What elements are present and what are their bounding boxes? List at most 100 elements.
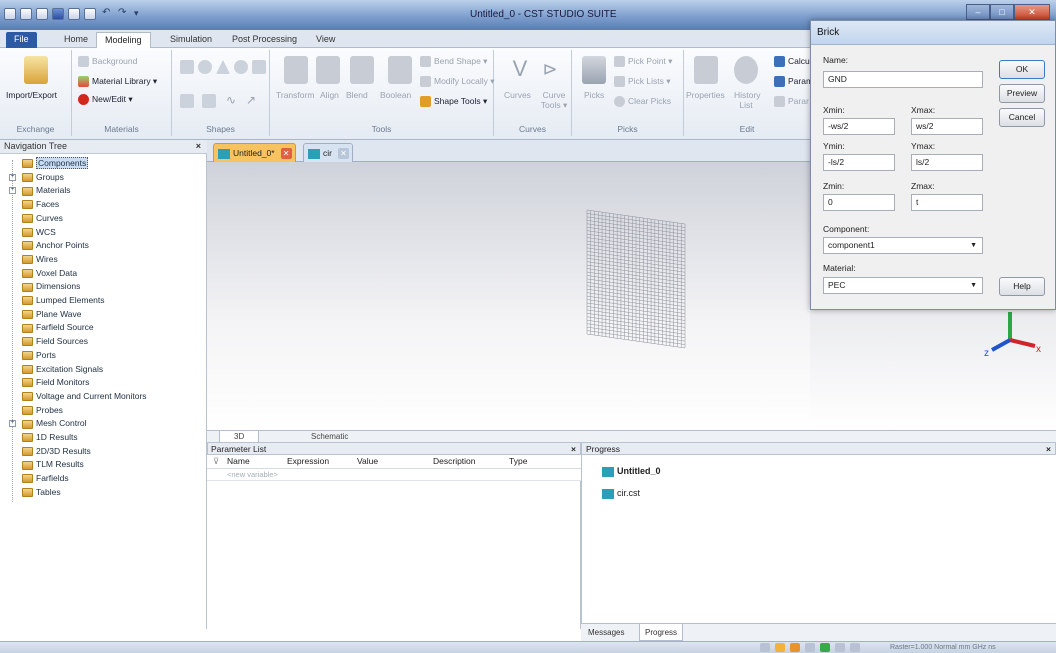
- app-logo-icon[interactable]: [4, 8, 16, 20]
- bend-shape-button[interactable]: Bend Shape ▾: [420, 56, 487, 68]
- pick-lists-button[interactable]: Pick Lists ▾: [614, 76, 671, 88]
- status-icon[interactable]: [775, 643, 785, 652]
- tab-view[interactable]: View: [308, 32, 343, 48]
- close-parameter-list-icon[interactable]: ×: [571, 443, 576, 455]
- progress-item[interactable]: cir.cst: [602, 487, 640, 499]
- ok-button[interactable]: OK: [999, 60, 1045, 79]
- tab-untitled-0[interactable]: Untitled_0* ✕: [213, 143, 296, 162]
- tree-item[interactable]: Voxel Data: [22, 268, 77, 279]
- zmin-field[interactable]: 0: [823, 194, 895, 211]
- cone-shape-icon[interactable]: [216, 60, 230, 74]
- 3d-viewport[interactable]: [207, 162, 810, 430]
- status-icon[interactable]: [805, 643, 815, 652]
- undo-icon[interactable]: ↶: [102, 8, 114, 20]
- tree-item[interactable]: Tables: [22, 487, 61, 498]
- calculator-button[interactable]: Calcu: [774, 56, 810, 68]
- background-button[interactable]: Background: [78, 56, 137, 68]
- maximize-button[interactable]: □: [990, 4, 1014, 20]
- torus-shape-icon[interactable]: [234, 60, 248, 74]
- tree-item[interactable]: Faces: [22, 199, 59, 210]
- ymax-field[interactable]: ls/2: [911, 154, 983, 171]
- status-icon[interactable]: [835, 643, 845, 652]
- close-button[interactable]: ✕: [1014, 4, 1050, 20]
- help-button[interactable]: Help: [999, 277, 1045, 296]
- tree-item[interactable]: Farfields: [22, 473, 69, 484]
- xmin-field[interactable]: -ws/2: [823, 118, 895, 135]
- parameter-button[interactable]: Param: [774, 76, 813, 88]
- filter-icon[interactable]: ⊽: [213, 455, 219, 468]
- status-icon[interactable]: [760, 643, 770, 652]
- name-field[interactable]: GND: [823, 71, 983, 88]
- tree-item[interactable]: Mesh Control: [22, 418, 87, 429]
- expand-icon[interactable]: +: [9, 173, 16, 181]
- expand-icon[interactable]: +: [9, 187, 16, 195]
- close-tab-icon[interactable]: ✕: [280, 148, 292, 159]
- minimize-button[interactable]: –: [966, 4, 990, 20]
- redo-icon[interactable]: ↷: [118, 8, 130, 20]
- tree-item[interactable]: Wires: [22, 254, 58, 265]
- zmax-field[interactable]: t: [911, 194, 983, 211]
- progress-item[interactable]: Untitled_0: [602, 465, 661, 477]
- tab-progress[interactable]: Progress: [639, 624, 684, 641]
- tree-item[interactable]: Field Sources: [22, 336, 88, 347]
- parameter-sweep-button[interactable]: Parar: [774, 96, 809, 108]
- column-value[interactable]: Value: [357, 455, 378, 468]
- rotate-icon[interactable]: [202, 94, 216, 108]
- status-icon[interactable]: [850, 643, 860, 652]
- close-progress-icon[interactable]: ×: [1046, 443, 1051, 455]
- tab-post-processing[interactable]: Post Processing: [224, 32, 305, 48]
- tree-item[interactable]: WCS: [22, 227, 56, 238]
- curves-button[interactable]: Curves: [504, 90, 531, 100]
- status-icon[interactable]: [790, 643, 800, 652]
- column-name[interactable]: Name: [227, 455, 250, 468]
- close-navigation-icon[interactable]: ×: [196, 140, 201, 153]
- import-export-button[interactable]: Import/Export: [6, 90, 57, 100]
- cylinder-shape-icon[interactable]: [252, 60, 266, 74]
- properties-button[interactable]: Properties: [686, 90, 725, 100]
- status-icon[interactable]: [820, 643, 830, 652]
- column-description[interactable]: Description: [433, 455, 476, 468]
- align-button[interactable]: Align: [320, 90, 339, 100]
- new-edit-button[interactable]: New/Edit ▾: [78, 94, 133, 106]
- tree-item[interactable]: TLM Results: [22, 459, 84, 470]
- tab-messages[interactable]: Messages: [583, 624, 629, 641]
- column-expression[interactable]: Expression: [287, 455, 329, 468]
- print-icon[interactable]: [68, 8, 80, 20]
- tree-item[interactable]: Lumped Elements: [22, 295, 105, 306]
- tab-file[interactable]: File: [6, 32, 37, 48]
- tree-item[interactable]: Components: [22, 157, 89, 169]
- tree-item[interactable]: Anchor Points: [22, 240, 89, 251]
- tab-modeling[interactable]: Modeling: [96, 32, 151, 48]
- close-tab-icon[interactable]: ✕: [337, 148, 349, 159]
- tree-item[interactable]: 2D/3D Results: [22, 446, 91, 457]
- tree-item[interactable]: Voltage and Current Monitors: [22, 391, 147, 402]
- ymin-field[interactable]: -ls/2: [823, 154, 895, 171]
- xmax-field[interactable]: ws/2: [911, 118, 983, 135]
- blend-button[interactable]: Blend: [346, 90, 368, 100]
- material-library-button[interactable]: Material Library ▾: [78, 76, 157, 88]
- cancel-button[interactable]: Cancel: [999, 108, 1045, 127]
- tree-item[interactable]: 1D Results: [22, 432, 78, 443]
- tree-item[interactable]: Probes: [22, 405, 63, 416]
- tree-item[interactable]: Dimensions: [22, 281, 80, 292]
- tab-home[interactable]: Home: [56, 32, 96, 48]
- clear-picks-button[interactable]: Clear Picks: [614, 96, 671, 108]
- sphere-shape-icon[interactable]: [198, 60, 212, 74]
- tree-item[interactable]: Plane Wave: [22, 309, 82, 320]
- 3d-viewport-right[interactable]: x z: [810, 310, 1056, 430]
- customize-quick-access-icon[interactable]: ▾: [134, 8, 146, 20]
- brick-shape-icon[interactable]: [180, 60, 194, 74]
- tab-cir[interactable]: cir ✕: [303, 143, 353, 162]
- extrude-icon[interactable]: [180, 94, 194, 108]
- history-list-button[interactable]: History List: [734, 90, 760, 110]
- picks-button[interactable]: Picks: [584, 90, 604, 100]
- expand-icon[interactable]: +: [9, 420, 16, 428]
- bond-wire-icon[interactable]: ↗: [246, 94, 260, 108]
- tree-item[interactable]: Groups: [22, 172, 64, 183]
- new-variable-row[interactable]: <new variable>: [207, 469, 581, 481]
- shape-tools-button[interactable]: Shape Tools ▾: [420, 96, 487, 108]
- tree-item[interactable]: Excitation Signals: [22, 364, 103, 375]
- curve-tools-button[interactable]: Curve Tools ▾: [538, 90, 570, 111]
- tree-item[interactable]: Materials: [22, 185, 70, 196]
- loft-icon[interactable]: ∿: [226, 94, 240, 108]
